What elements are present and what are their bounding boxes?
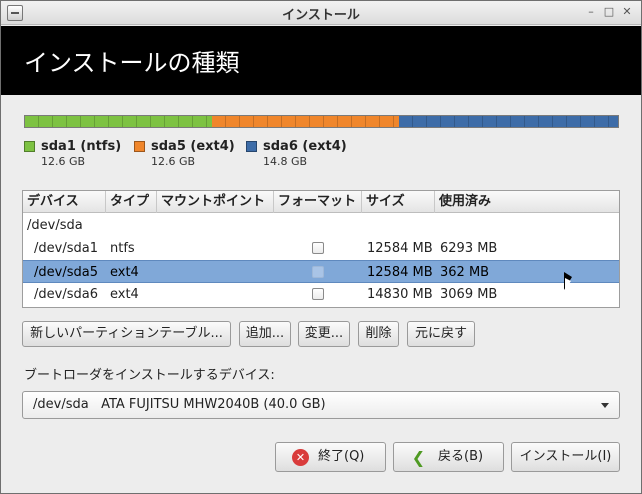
column-header-used[interactable]: 使用済み bbox=[435, 191, 619, 213]
cell-used: 362 MB bbox=[440, 265, 490, 280]
cell-device: /dev/sda6 bbox=[34, 287, 98, 302]
installer-window: インストール – □ ✕ インストールの種類 sda1 (ntfs) 12.6 … bbox=[0, 0, 642, 494]
new-partition-table-button[interactable]: 新しいパーティションテーブル... bbox=[22, 321, 231, 347]
legend-size: 12.6 GB bbox=[151, 155, 196, 168]
minimize-icon[interactable]: – bbox=[584, 5, 598, 19]
partition-table: デバイス タイプ マウントポイント フォーマット サイズ 使用済み /dev/s… bbox=[22, 190, 620, 308]
table-header: デバイス タイプ マウントポイント フォーマット サイズ 使用済み bbox=[23, 191, 619, 213]
back-arrow-icon: ❮ bbox=[411, 448, 426, 467]
change-button[interactable]: 変更... bbox=[298, 321, 350, 347]
partition-segment-2 bbox=[211, 116, 399, 127]
partition-segment-1 bbox=[25, 116, 212, 127]
cell-device: /dev/sda1 bbox=[34, 241, 98, 256]
cell-type: ext4 bbox=[110, 265, 139, 280]
add-button[interactable]: 追加... bbox=[239, 321, 291, 347]
column-header-format[interactable]: フォーマット bbox=[274, 191, 362, 213]
header-banner: インストールの種類 bbox=[1, 26, 641, 95]
bootloader-device-select[interactable]: /dev/sda ATA FUJITSU MHW2040B (40.0 GB) bbox=[22, 391, 620, 419]
delete-button[interactable]: 削除 bbox=[358, 321, 399, 347]
format-checkbox[interactable] bbox=[312, 242, 324, 254]
back-button-label: 戻る(B) bbox=[438, 449, 484, 464]
title-bar[interactable]: インストール – □ ✕ bbox=[1, 1, 641, 25]
format-checkbox[interactable] bbox=[312, 288, 324, 300]
close-icon[interactable]: ✕ bbox=[620, 5, 634, 19]
cell-size: 12584 MB bbox=[367, 265, 433, 280]
quit-icon: ✕ bbox=[292, 449, 309, 466]
table-row-selected[interactable]: /dev/sda5 ext4 12584 MB 362 MB bbox=[23, 260, 619, 283]
quit-button[interactable]: ✕ 終了(Q) bbox=[275, 442, 386, 472]
install-button[interactable]: インストール(I) bbox=[511, 442, 620, 472]
cell-device: /dev/sda bbox=[27, 218, 83, 233]
column-header-type[interactable]: タイプ bbox=[106, 191, 157, 213]
partition-segment-3 bbox=[398, 116, 618, 127]
page-title: インストールの種類 bbox=[24, 49, 240, 77]
table-row-disk[interactable]: /dev/sda bbox=[23, 214, 619, 237]
cell-device: /dev/sda5 bbox=[34, 265, 98, 280]
cell-used: 3069 MB bbox=[440, 287, 498, 302]
maximize-icon[interactable]: □ bbox=[602, 5, 616, 19]
column-header-size[interactable]: サイズ bbox=[362, 191, 435, 213]
legend-size: 14.8 GB bbox=[263, 155, 308, 168]
table-row[interactable]: /dev/sda1 ntfs 12584 MB 6293 MB bbox=[23, 237, 619, 260]
legend-name: sda6 (ext4) bbox=[263, 139, 347, 154]
legend-name: sda1 (ntfs) bbox=[41, 139, 122, 154]
legend-swatch bbox=[134, 141, 145, 152]
mouse-pointer-icon bbox=[564, 272, 572, 290]
cell-size: 12584 MB bbox=[367, 241, 433, 256]
cell-size: 14830 MB bbox=[367, 287, 433, 302]
cell-used: 6293 MB bbox=[440, 241, 498, 256]
legend-size: 12.6 GB bbox=[41, 155, 86, 168]
back-button[interactable]: ❮ 戻る(B) bbox=[393, 442, 504, 472]
format-checkbox[interactable] bbox=[312, 266, 324, 278]
quit-button-label: 終了(Q) bbox=[318, 449, 365, 464]
window-title: インストール bbox=[282, 8, 360, 23]
column-header-device[interactable]: デバイス bbox=[23, 191, 106, 213]
bootloader-label: ブートローダをインストールするデバイス: bbox=[24, 368, 275, 383]
legend-swatch bbox=[24, 141, 35, 152]
table-row[interactable]: /dev/sda6 ext4 14830 MB 3069 MB bbox=[23, 283, 619, 306]
legend-swatch bbox=[246, 141, 257, 152]
legend-name: sda5 (ext4) bbox=[151, 139, 235, 154]
cell-type: ext4 bbox=[110, 287, 139, 302]
cell-type: ntfs bbox=[110, 241, 135, 256]
partition-bar bbox=[24, 115, 619, 128]
revert-button[interactable]: 元に戻す bbox=[407, 321, 475, 347]
column-header-mount[interactable]: マウントポイント bbox=[157, 191, 274, 213]
dropdown-arrow-icon bbox=[601, 403, 609, 408]
bootloader-selected-value: /dev/sda ATA FUJITSU MHW2040B (40.0 GB) bbox=[33, 397, 326, 412]
